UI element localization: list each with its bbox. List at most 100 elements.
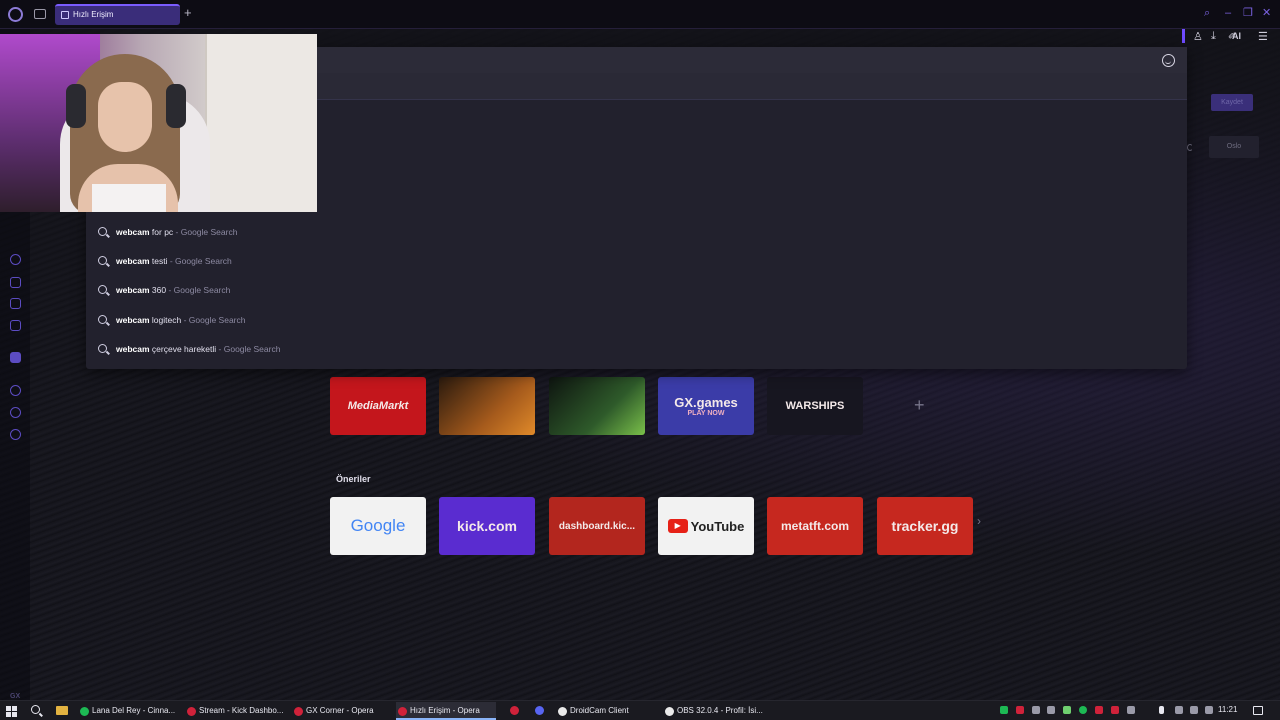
tray-spotify-icon[interactable] xyxy=(1079,706,1087,714)
suggestions-title: Öneriler xyxy=(336,474,371,484)
add-speed-dial-icon[interactable]: + xyxy=(914,395,925,416)
webcam-person-top xyxy=(92,184,166,212)
speed-dial-tab-icon xyxy=(61,11,69,19)
tray-opera-icon[interactable] xyxy=(1016,706,1024,714)
speed-dial-game-1[interactable] xyxy=(439,377,535,435)
headphone-icon xyxy=(166,84,186,128)
youtube-play-icon: ▶ xyxy=(667,519,688,533)
suggestion-query: webcam xyxy=(116,285,150,295)
profile-icon[interactable]: ♙ xyxy=(1193,30,1203,43)
search-icon xyxy=(98,344,107,353)
twitch-icon[interactable] xyxy=(10,352,21,363)
taskbar-clock[interactable]: 11:21 xyxy=(1218,705,1237,714)
suggestion-item[interactable]: webcam testi - Google Search xyxy=(86,247,1187,276)
addressbar-accent xyxy=(1182,29,1185,43)
speed-dial-game-2[interactable] xyxy=(549,377,645,435)
tray-app-icon[interactable] xyxy=(1111,706,1119,714)
tray-app-icon[interactable] xyxy=(1032,706,1040,714)
speed-dial-label: metatft.com xyxy=(780,519,849,533)
network-icon[interactable] xyxy=(1190,706,1198,714)
tab-label: Hızlı Erişim xyxy=(73,10,114,19)
suggestion-source: - Google Search xyxy=(173,227,238,237)
search-icon xyxy=(98,285,107,294)
suggestion-rest: 360 xyxy=(149,285,167,295)
suggestion-item[interactable]: webcam 360 - Google Search xyxy=(86,276,1187,305)
tray-app-icon[interactable] xyxy=(1047,706,1055,714)
speed-dial-kick[interactable]: kick.com xyxy=(439,497,535,555)
history-icon[interactable] xyxy=(10,385,21,396)
taskbar-app-droidcam[interactable]: DroidCam Client xyxy=(556,702,656,720)
suggestion-item[interactable]: webcam çerçeve hareketli - Google Search xyxy=(86,335,1187,364)
tab-overview-icon[interactable] xyxy=(34,9,46,19)
taskbar-app-label: OBS 32.0.4 - Profil: İsi... xyxy=(677,706,763,715)
taskbar-app-obs[interactable]: OBS 32.0.4 - Profil: İsi... xyxy=(663,702,771,720)
messenger-icon[interactable] xyxy=(10,320,21,331)
tray-app-icon[interactable] xyxy=(1175,706,1183,714)
speed-dial-youtube[interactable]: ▶ YouTube xyxy=(658,497,754,555)
speed-dial-google[interactable]: Google xyxy=(330,497,426,555)
suggestion-query: webcam xyxy=(116,344,150,354)
screen: Hızlı Erişim + ⌕ – ❐ ✕ ♙ ⤓ ✐ AI ☰ Kaydet… xyxy=(0,0,1280,720)
chat-icon[interactable] xyxy=(10,407,21,418)
microphone-icon[interactable] xyxy=(1159,706,1164,714)
webcam-overlay xyxy=(0,34,317,212)
taskbar-app-opera-kick[interactable]: Stream - Kick Dashbo... xyxy=(185,702,287,720)
speed-dial-label: MediaMarkt xyxy=(347,400,409,412)
speed-dial-label: dashboard.kic... xyxy=(558,520,636,532)
gx-corner-icon[interactable] xyxy=(10,277,21,288)
speed-dial-label: tracker.gg xyxy=(891,518,959,534)
settings-gear-icon[interactable] xyxy=(10,429,21,440)
tab-hizli-erisim[interactable]: Hızlı Erişim xyxy=(55,4,180,25)
taskbar-app-spotify[interactable]: Lana Del Rey - Cinna... xyxy=(78,702,178,720)
speed-dial-mediamarkt[interactable]: MediaMarkt xyxy=(330,377,426,435)
search-tabs-icon[interactable]: ⌕ xyxy=(1204,8,1210,19)
speed-dial-kick-dashboard[interactable]: dashboard.kic... xyxy=(549,497,645,555)
opera-gx-logo-icon[interactable] xyxy=(8,7,23,22)
close-button[interactable]: ✕ xyxy=(1262,8,1271,19)
taskbar-app-opera-speed-dial[interactable]: Hızlı Erişim - Opera xyxy=(396,702,496,720)
webcam-cabinet xyxy=(205,34,317,212)
opera-gx-icon xyxy=(187,707,196,716)
speed-dial-tracker[interactable]: tracker.gg xyxy=(877,497,973,555)
speed-dial-gx-games[interactable]: GX.games PLAY NOW xyxy=(658,377,754,435)
suggestion-item[interactable]: webcam for pc - Google Search xyxy=(86,218,1187,247)
taskbar-app-opera-gx-corner[interactable]: GX Corner - Opera xyxy=(292,702,392,720)
windows-start-icon[interactable] xyxy=(6,706,17,717)
tray-app-icon[interactable] xyxy=(1063,706,1071,714)
file-explorer-icon[interactable] xyxy=(56,706,68,715)
notification-icon[interactable] xyxy=(1253,706,1263,715)
record-icon[interactable] xyxy=(510,706,519,715)
tray-steam-icon[interactable] xyxy=(1127,706,1135,714)
gx-cleaner-icon[interactable] xyxy=(10,298,21,309)
taskbar-app-label: Hızlı Erişim - Opera xyxy=(410,706,480,715)
discord-icon[interactable] xyxy=(535,706,544,715)
taskbar-app-label: DroidCam Client xyxy=(570,706,629,715)
speed-dial-metatft[interactable]: metatft.com xyxy=(767,497,863,555)
volume-icon[interactable] xyxy=(1205,706,1213,714)
gx-label: GX xyxy=(10,693,21,700)
next-suggestions-icon[interactable]: › xyxy=(977,514,981,528)
taskbar-app-label: Lana Del Rey - Cinna... xyxy=(92,706,176,715)
speed-dial-label: kick.com xyxy=(457,518,517,534)
suggestion-item[interactable]: webcam logitech - Google Search xyxy=(86,306,1187,335)
emoji-icon[interactable] xyxy=(1162,54,1175,67)
refresh-weather-icon[interactable] xyxy=(1187,144,1193,151)
new-tab-button[interactable]: + xyxy=(184,6,192,20)
minimize-button[interactable]: – xyxy=(1225,8,1231,19)
speed-dial-warships[interactable]: WARSHIPS xyxy=(767,377,863,435)
gx-control-icon[interactable] xyxy=(10,254,21,265)
aria-ai-label[interactable]: AI xyxy=(1232,31,1241,41)
opera-gx-icon xyxy=(398,707,407,716)
weather-city[interactable]: Oslo xyxy=(1209,136,1259,158)
taskbar-search-icon[interactable] xyxy=(31,705,40,714)
download-icon[interactable]: ⤓ xyxy=(1211,30,1216,43)
suggestion-source: - Google Search xyxy=(216,344,281,354)
suggestion-query: webcam xyxy=(116,227,150,237)
headphone-icon xyxy=(66,84,86,128)
tray-app-icon[interactable] xyxy=(1095,706,1103,714)
tray-app-icon[interactable] xyxy=(1000,706,1008,714)
save-button[interactable]: Kaydet xyxy=(1211,94,1253,111)
restore-button[interactable]: ❐ xyxy=(1243,8,1253,19)
easy-setup-menu-icon[interactable]: ☰ xyxy=(1258,30,1268,43)
suggestion-query: webcam xyxy=(116,315,150,325)
